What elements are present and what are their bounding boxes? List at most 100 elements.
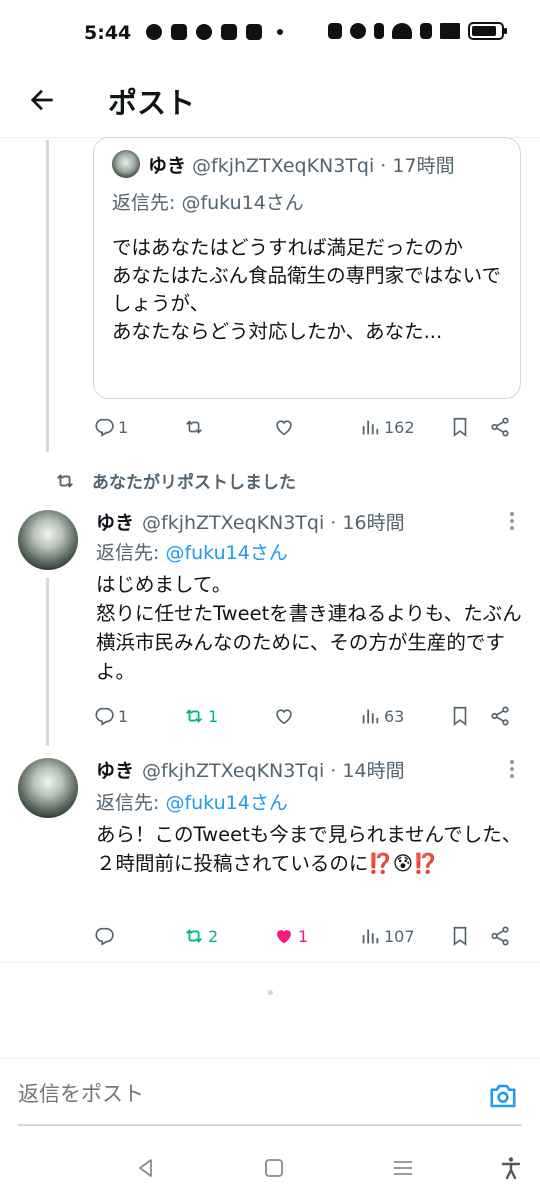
- reply-to-prefix: 返信先:: [96, 542, 166, 564]
- thread-line: [46, 578, 49, 746]
- repost-button[interactable]: [183, 412, 208, 442]
- like-button[interactable]: [273, 701, 298, 731]
- repost-icon: [186, 929, 202, 943]
- loading-indicator: [268, 990, 273, 995]
- share-icon: [491, 926, 509, 946]
- post-text: あら！このTweetも今まで見られませんでした、 ２時間前に投稿されているのに⁉…: [96, 823, 522, 875]
- more-notifications-icon: [277, 29, 283, 35]
- wifi-icon: [392, 23, 412, 39]
- system-navigation-bar: [0, 1140, 540, 1200]
- bookmark-icon: [453, 706, 467, 726]
- reply-composer: [0, 1058, 540, 1128]
- views-button[interactable]: 63: [359, 701, 404, 731]
- bookmark-button[interactable]: [449, 701, 471, 731]
- system-icons: [328, 22, 507, 40]
- quoted-post-text: ではあなたはどうすれば満足だったのか あなたはたぶん食品衛生の専門家ではないでし…: [112, 236, 502, 343]
- accessibility-icon[interactable]: [499, 1156, 523, 1180]
- more-options-icon[interactable]: [508, 510, 516, 532]
- view-count: 63: [384, 706, 405, 726]
- bluetooth-icon: [374, 23, 384, 39]
- repost-button[interactable]: 2: [183, 921, 218, 951]
- post-actions: 1 162: [93, 412, 521, 442]
- thread-line: [46, 140, 49, 452]
- repost-count: 1: [208, 706, 219, 726]
- bookmark-icon: [453, 417, 467, 437]
- like-button[interactable]: 1: [273, 921, 308, 951]
- heart-icon: [276, 420, 292, 436]
- views-button[interactable]: 162: [359, 412, 415, 442]
- repost-icon: [186, 709, 202, 723]
- repost-count: 2: [208, 926, 219, 946]
- like-button[interactable]: [273, 412, 298, 442]
- author-handle: @fkjhZTXeqKN3Tqi · 16時間: [142, 512, 405, 534]
- repost-icon: [57, 473, 73, 488]
- post-text: はじめまして。 怒りに任せたTweetを書き連ねるよりも、たぶん横浜市民みんなの…: [96, 573, 522, 683]
- repost-indicator: あなたがリポストしました: [54, 468, 296, 493]
- view-count: 162: [384, 417, 415, 437]
- reply-to-user-link[interactable]: @fuku14さん: [165, 792, 287, 814]
- nav-menu-icon[interactable]: [391, 1156, 415, 1180]
- post-actions: 2 1 107: [93, 921, 521, 951]
- analytics-icon: [362, 709, 379, 724]
- views-button[interactable]: 107: [359, 921, 415, 951]
- author-handle: @fkjhZTXeqKN3Tqi · 17時間: [192, 154, 455, 177]
- nav-back-icon[interactable]: [134, 1156, 158, 1180]
- author-name: ゆき: [148, 154, 187, 177]
- share-button[interactable]: [489, 921, 511, 951]
- bookmark-button[interactable]: [449, 921, 471, 951]
- reply-to-label: 返信先: @fuku14さん: [96, 788, 288, 815]
- status-time: 5:44: [84, 22, 132, 44]
- page-title: ポスト: [108, 86, 196, 120]
- more-options-icon[interactable]: [508, 758, 516, 780]
- youtube-icon: [246, 24, 262, 40]
- analytics-icon: [362, 420, 379, 435]
- repost-indicator-text: あなたがリポストしました: [92, 473, 296, 493]
- quoted-post-header: ゆき @fkjhZTXeqKN3Tqi · 17時間: [112, 150, 455, 178]
- share-button[interactable]: [489, 412, 511, 442]
- status-bar: 5:44: [0, 0, 540, 68]
- camera-icon[interactable]: [488, 1081, 518, 1111]
- reply-button[interactable]: 1: [93, 701, 128, 731]
- battery-icon: [468, 22, 507, 40]
- reply-to-label: 返信先: @fuku14さん: [96, 538, 288, 565]
- reply-to-prefix: 返信先:: [96, 792, 166, 814]
- reply-to-user-link[interactable]: @fuku14さん: [165, 542, 287, 564]
- avatar[interactable]: [18, 758, 78, 818]
- share-icon: [491, 706, 509, 726]
- reply-input[interactable]: [18, 1083, 438, 1107]
- nfc-icon: [328, 23, 342, 39]
- bookmark-icon: [453, 926, 467, 946]
- alarm-icon: [350, 23, 366, 39]
- author-name[interactable]: ゆき: [96, 756, 134, 783]
- repost-icon: [186, 420, 202, 434]
- avatar[interactable]: [18, 510, 78, 570]
- post-actions: 1 1 63: [93, 701, 521, 731]
- signal-icon: [440, 23, 460, 39]
- avatar: [112, 150, 140, 178]
- reply-count: 1: [118, 417, 129, 437]
- quoted-post[interactable]: ゆき @fkjhZTXeqKN3Tqi · 17時間 返信先: @fuku14さ…: [93, 137, 521, 399]
- reply-button[interactable]: 1: [93, 412, 128, 442]
- app-icon: [196, 24, 212, 40]
- reply-icon: [95, 927, 114, 946]
- notification-icons: [146, 24, 283, 40]
- top-app-bar: ポスト: [0, 68, 540, 138]
- share-icon: [491, 417, 509, 437]
- like-count: 1: [298, 926, 309, 946]
- nav-home-icon[interactable]: [262, 1156, 286, 1180]
- back-arrow-icon[interactable]: [26, 84, 58, 116]
- bookmark-button[interactable]: [449, 412, 471, 442]
- repost-button[interactable]: 1: [183, 701, 218, 731]
- reply-to-label: 返信先: @fuku14さん: [112, 192, 304, 214]
- heart-filled-icon: [277, 930, 291, 944]
- author-handle: @fkjhZTXeqKN3Tqi · 14時間: [142, 760, 405, 782]
- post-header: ゆき @fkjhZTXeqKN3Tqi · 14時間: [96, 756, 405, 783]
- reply-icon: [95, 418, 114, 437]
- author-name[interactable]: ゆき: [96, 508, 134, 535]
- share-button[interactable]: [489, 701, 511, 731]
- heart-icon: [276, 709, 292, 725]
- post-header: ゆき @fkjhZTXeqKN3Tqi · 16時間: [96, 508, 405, 535]
- divider: [0, 962, 540, 963]
- reply-button[interactable]: [93, 921, 118, 951]
- view-count: 107: [384, 926, 415, 946]
